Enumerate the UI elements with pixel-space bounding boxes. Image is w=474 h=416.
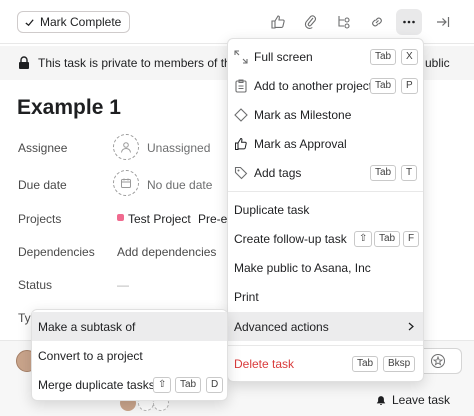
menu-item-make-subtask[interactable]: Make a subtask of — [32, 312, 227, 341]
check-icon — [25, 18, 34, 26]
banner-text: This task is private to members of this … — [38, 56, 250, 70]
menu-item-convert-to-project[interactable]: Convert to a project — [32, 341, 227, 370]
menu-item-duplicate-task[interactable]: Duplicate task — [228, 195, 423, 224]
expand-icon — [234, 49, 248, 64]
assignee-label: Assignee — [18, 141, 68, 155]
star-icon[interactable] — [430, 353, 446, 369]
add-dependencies-button[interactable]: Add dependencies — [117, 245, 216, 259]
kbd-key: Tab — [352, 355, 379, 372]
menu-item-merge-duplicates[interactable]: Merge duplicate tasks ⇧ Tab D — [32, 370, 227, 399]
kbd-key: F — [403, 230, 420, 247]
kbd-key: ⇧ — [354, 230, 373, 247]
calendar-icon — [121, 178, 131, 188]
tag-icon — [234, 166, 248, 179]
make-public-link[interactable]: ublic — [425, 56, 450, 70]
advanced-actions-submenu: Make a subtask of Convert to a project M… — [31, 309, 228, 401]
status-label: Status — [18, 278, 53, 292]
menu-item-full-screen[interactable]: Full screen Tab X — [228, 42, 423, 71]
menu-divider — [228, 345, 423, 346]
paperclip-icon[interactable] — [298, 9, 324, 35]
subtask-icon[interactable] — [331, 9, 357, 35]
task-actions-menu: Full screen Tab X Add to another project… — [227, 38, 424, 382]
due-date-picker[interactable] — [113, 170, 139, 196]
kbd-key: Tab — [374, 230, 401, 247]
menu-item-print[interactable]: Print — [228, 282, 423, 311]
task-title[interactable]: Example 1 — [17, 96, 121, 120]
projects-label: Projects — [18, 212, 62, 226]
project-test-project[interactable]: Test Project — [128, 212, 191, 226]
bell-icon — [376, 396, 386, 405]
kbd-key: P — [401, 77, 418, 94]
diamond-icon — [234, 107, 248, 122]
project-color-dot — [117, 214, 124, 221]
status-value[interactable]: — — [117, 278, 129, 292]
kbd-key: Tab — [370, 48, 397, 65]
lock-icon — [19, 56, 29, 69]
thumbs-up-icon[interactable] — [265, 9, 291, 35]
kbd-key: Tab — [370, 164, 397, 181]
menu-item-advanced-actions[interactable]: Advanced actions — [228, 312, 423, 341]
dependencies-label: Dependencies — [18, 245, 95, 259]
more-icon[interactable] — [396, 9, 422, 35]
assignee-value[interactable]: Unassigned — [147, 141, 210, 155]
kbd-key: X — [401, 48, 418, 65]
menu-item-delete-task[interactable]: Delete task Tab Bksp — [228, 349, 423, 378]
thumbs-up-icon — [235, 137, 247, 150]
menu-item-mark-approval[interactable]: Mark as Approval — [228, 129, 423, 158]
menu-item-add-tags[interactable]: Add tags Tab T — [228, 158, 423, 187]
due-date-value[interactable]: No due date — [147, 178, 212, 192]
kbd-key: Tab — [175, 376, 202, 393]
kbd-key: Tab — [370, 77, 397, 94]
due-date-label: Due date — [18, 178, 67, 192]
mark-complete-button[interactable]: Mark Complete — [17, 11, 131, 33]
close-panel-icon[interactable] — [430, 9, 456, 35]
mark-complete-label: Mark Complete — [40, 15, 122, 29]
assignee-avatar[interactable] — [113, 134, 139, 160]
menu-item-add-to-project[interactable]: Add to another project Tab P — [228, 71, 423, 100]
menu-divider — [228, 191, 423, 192]
menu-item-mark-milestone[interactable]: Mark as Milestone — [228, 100, 423, 129]
kbd-key: T — [401, 164, 418, 181]
kbd-key: ⇧ — [153, 376, 172, 393]
leave-task-label: Leave task — [392, 393, 451, 407]
clipboard-icon — [235, 79, 247, 93]
person-icon — [121, 142, 131, 153]
chevron-right-icon — [408, 322, 414, 331]
menu-item-make-public[interactable]: Make public to Asana, Inc — [228, 253, 423, 282]
menu-item-create-follow-up[interactable]: Create follow-up task ⇧ Tab F — [228, 224, 423, 253]
kbd-key: Bksp — [383, 355, 416, 372]
leave-task-button[interactable]: Leave task — [375, 393, 450, 407]
kbd-key: D — [206, 376, 224, 393]
link-icon[interactable] — [364, 9, 390, 35]
